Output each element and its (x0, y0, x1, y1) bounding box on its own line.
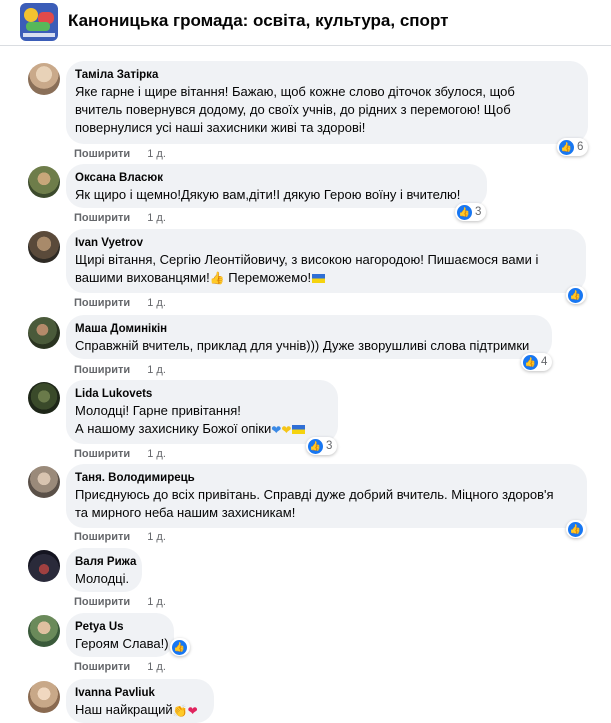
comment-bubble: Таня. Володимирець Приєднуюсь до всіх пр… (66, 464, 587, 528)
comment-author[interactable]: Lida Lukovets (75, 387, 328, 402)
reaction-count[interactable]: 👍 (566, 520, 586, 538)
reaction-count[interactable]: 👍 3 (306, 437, 338, 455)
comment-bubble: Petya Us Героям Слава!) (66, 613, 174, 657)
comment-author[interactable]: Таня. Володимирець (75, 471, 577, 486)
comment-text: Щирі вітання, Сергію Леонтійовичу, з вис… (75, 252, 539, 285)
avatar[interactable] (28, 382, 60, 414)
comment-bubble: Валя Рижа Молодці. (66, 548, 142, 592)
comment-actions: Поширити 1 д. (74, 212, 166, 224)
comment-bubble: Ivanna Pavliuk Наш найкращий👏❤ (66, 679, 214, 723)
comment-actions: Поширити 1 д. (74, 661, 166, 673)
comment-text: Яке гарне і щире вітання! Бажаю, щоб кож… (75, 84, 515, 135)
comment-actions: Поширити 1 д. (74, 297, 166, 309)
ukraine-flag-icon (312, 274, 326, 283)
comment-time[interactable]: 1 д. (147, 364, 166, 376)
comment-time[interactable]: 1 д. (147, 448, 166, 460)
yellow-heart-icon: ❤ (281, 423, 292, 437)
avatar[interactable] (28, 681, 60, 713)
comment-text: Як щиро і щемно!Дякую вам,діти!І дякую Г… (75, 187, 461, 202)
share-link[interactable]: Поширити (74, 212, 130, 224)
comment-text: Молодці! Гарне привітання! А нашому захи… (75, 402, 328, 438)
reaction-count[interactable]: 👍 4 (521, 353, 553, 371)
like-icon: 👍 (523, 354, 538, 370)
comment-time[interactable]: 1 д. (147, 212, 166, 224)
share-link[interactable]: Поширити (74, 364, 130, 376)
thumbs-up-emoji-icon: 👍 (209, 271, 225, 285)
scrollbar[interactable] (606, 46, 611, 720)
red-heart-icon: ❤ (187, 704, 198, 718)
comment-actions: Поширити 1 д. (74, 148, 166, 160)
share-link[interactable]: Поширити (74, 596, 130, 608)
comment-time[interactable]: 1 д. (147, 297, 166, 309)
comment-text: Справжній вчитель, приклад для учнів))) … (75, 338, 530, 353)
like-icon: 👍 (457, 204, 472, 220)
like-icon: 👍 (172, 639, 187, 655)
avatar[interactable] (28, 166, 60, 198)
avatar[interactable] (28, 466, 60, 498)
comment-time[interactable]: 1 д. (147, 148, 166, 160)
comment-author[interactable]: Таміла Затірка (75, 68, 578, 83)
comment-text: Приєднуюсь до всіх привітань. Справді ду… (75, 487, 554, 520)
group-logo[interactable] (20, 3, 58, 41)
comment-actions: Поширити 1 д. (74, 596, 166, 608)
comment-bubble: Lida Lukovets Молодці! Гарне привітання!… (66, 380, 338, 444)
group-header: Каноницька громада: освіта, культура, сп… (0, 0, 611, 46)
comment-author[interactable]: Petya Us (75, 620, 164, 635)
reaction-count[interactable]: 👍 3 (455, 203, 487, 221)
comment-time[interactable]: 1 д. (147, 661, 166, 673)
comment-actions: Поширити 1 д. (74, 364, 166, 376)
comment-actions: Поширити 1 д. (74, 448, 166, 460)
share-link[interactable]: Поширити (74, 297, 130, 309)
like-icon: 👍 (559, 139, 574, 155)
ukraine-flag-icon (292, 425, 306, 434)
comment-author[interactable]: Ivan Vyetrov (75, 236, 576, 251)
comment-time[interactable]: 1 д. (147, 531, 166, 543)
like-icon: 👍 (568, 287, 583, 303)
comment-bubble: Маша Доминікін Справжній вчитель, прикла… (66, 315, 552, 359)
avatar[interactable] (28, 317, 60, 349)
avatar[interactable] (28, 615, 60, 647)
share-link[interactable]: Поширити (74, 448, 130, 460)
like-icon: 👍 (568, 521, 583, 537)
clapping-hands-icon: 👏 (172, 704, 188, 718)
group-title[interactable]: Каноницька громада: освіта, культура, сп… (68, 11, 448, 31)
comment-text: Наш найкращий👏❤ (75, 702, 198, 718)
comment-bubble: Оксана Власюк Як щиро і щемно!Дякую вам,… (66, 164, 487, 208)
comment-author[interactable]: Оксана Власюк (75, 171, 477, 186)
comment-text: Молодці. (75, 571, 130, 586)
comment-bubble: Таміла Затірка Яке гарне і щире вітання!… (66, 61, 588, 144)
avatar[interactable] (28, 63, 60, 95)
share-link[interactable]: Поширити (74, 148, 130, 160)
avatar[interactable] (28, 550, 60, 582)
comment-bubble: Ivan Vyetrov Щирі вітання, Сергію Леонті… (66, 229, 586, 293)
like-icon: 👍 (308, 438, 323, 454)
reaction-count[interactable]: 👍 (566, 286, 586, 304)
share-link[interactable]: Поширити (74, 661, 130, 673)
comment-author[interactable]: Ivanna Pavliuk (75, 686, 204, 701)
blue-heart-icon: ❤ (271, 423, 282, 437)
comment-author[interactable]: Валя Рижа (75, 555, 136, 570)
comment-actions: Поширити 1 д. (74, 531, 166, 543)
reaction-count[interactable]: 👍 6 (557, 138, 589, 156)
avatar[interactable] (28, 231, 60, 263)
comment-time[interactable]: 1 д. (147, 596, 166, 608)
comment-author[interactable]: Маша Доминікін (75, 322, 542, 337)
share-link[interactable]: Поширити (74, 531, 130, 543)
comment-text: Героям Слава!) (75, 636, 169, 651)
reaction-count[interactable]: 👍 (170, 638, 190, 656)
